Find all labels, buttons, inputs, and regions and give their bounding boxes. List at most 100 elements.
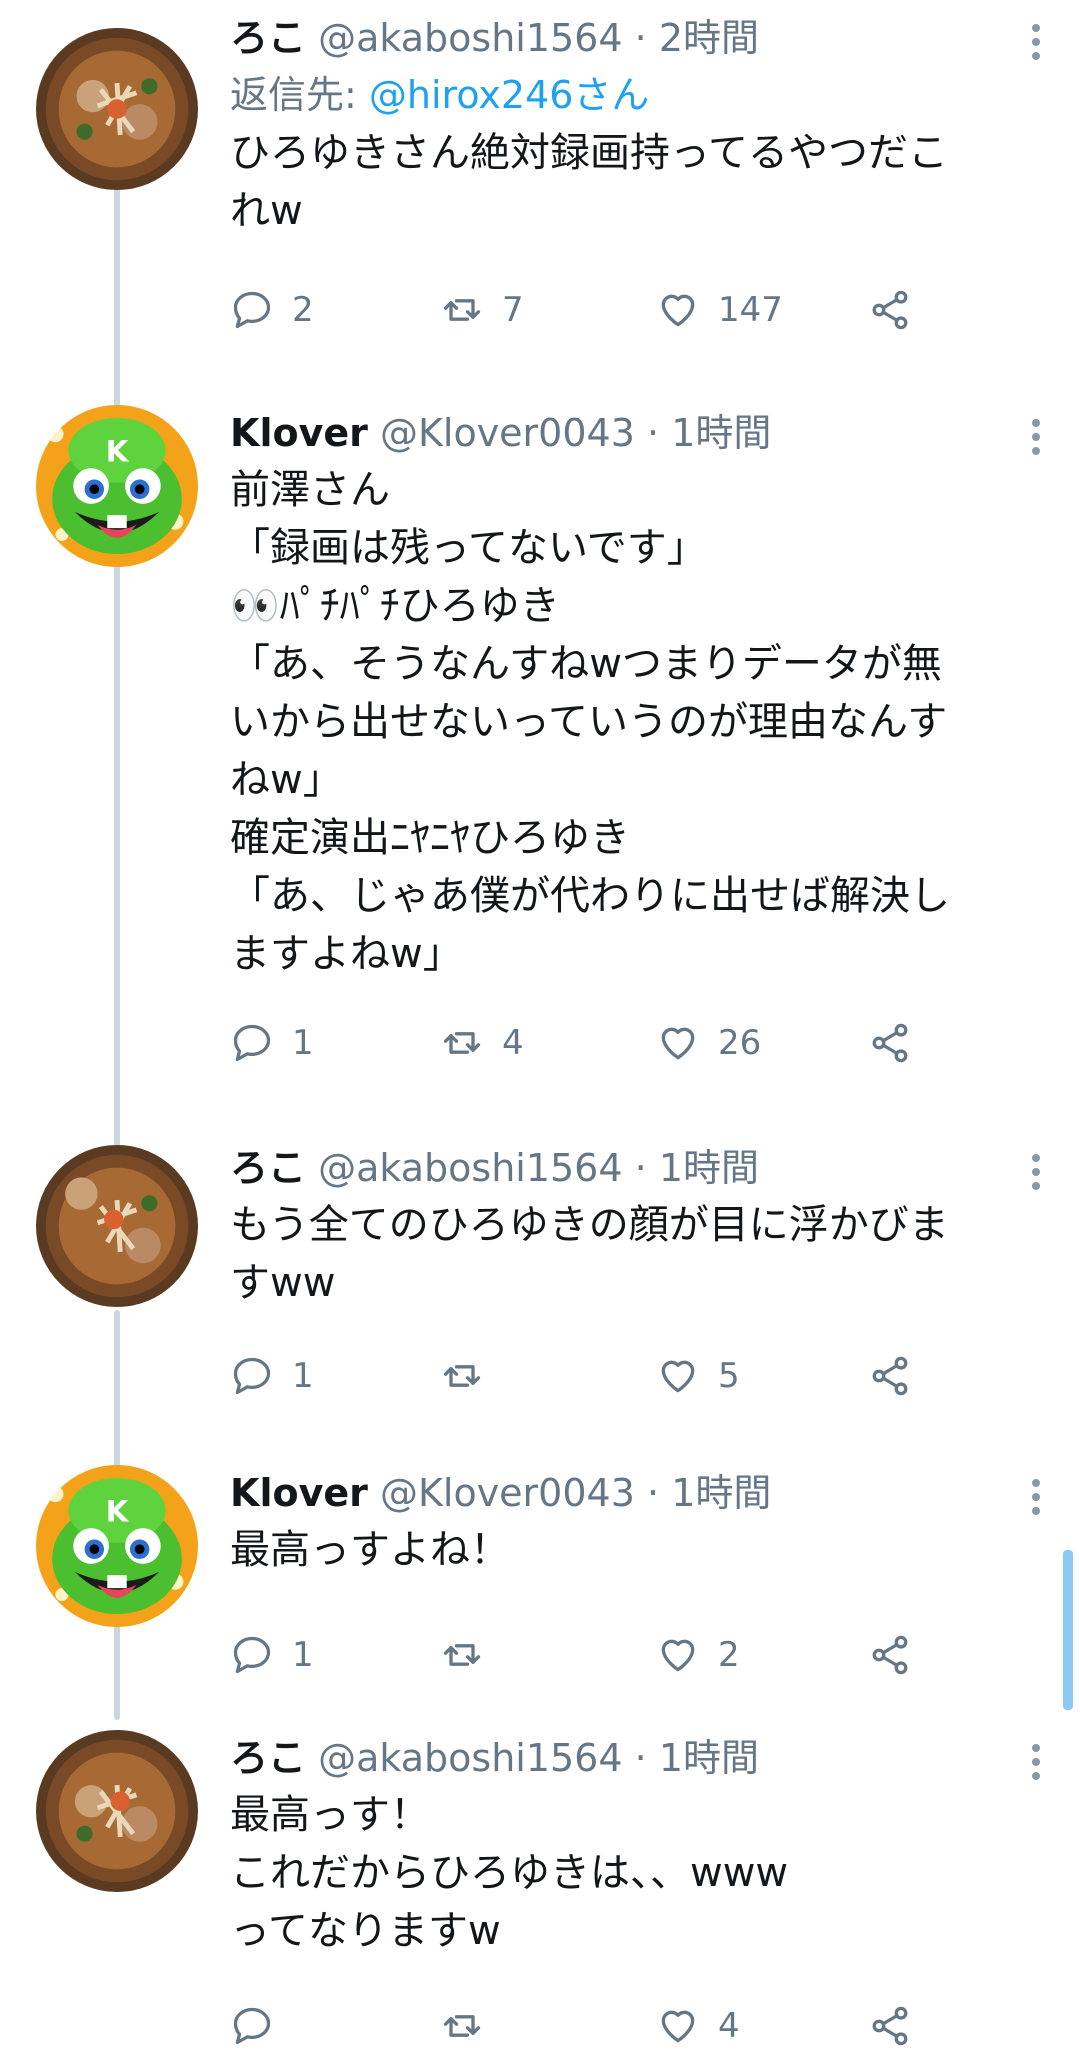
author-name[interactable]: ろこ bbox=[230, 1736, 306, 1780]
tweet-header: ろこ @akaboshi1564 · 2時間 bbox=[230, 10, 1040, 66]
retweet-button[interactable] bbox=[440, 1346, 502, 1406]
reply-button[interactable]: 2 bbox=[230, 280, 314, 340]
thread-connector bbox=[114, 180, 120, 1265]
heart-icon bbox=[661, 1639, 695, 1672]
retweet-count: 7 bbox=[502, 290, 524, 330]
reply-button[interactable]: 1 bbox=[230, 1346, 314, 1406]
reply-button[interactable]: 1 bbox=[230, 1625, 314, 1685]
tweet-body: Klover @Klover0043 · 1時間 最高っすよね！ 1 2 bbox=[230, 1465, 1040, 1685]
like-button[interactable]: 5 bbox=[656, 1346, 740, 1406]
reply-icon bbox=[233, 1357, 271, 1395]
retweet-button[interactable]: 7 bbox=[440, 280, 524, 340]
retweet-count: 4 bbox=[502, 1023, 524, 1063]
reply-to-mention[interactable]: @hirox246さん bbox=[369, 73, 650, 117]
share-button[interactable] bbox=[868, 280, 912, 340]
share-icon bbox=[872, 290, 908, 330]
tweet-actions: 1 2 bbox=[230, 1625, 1040, 1685]
share-button[interactable] bbox=[868, 1625, 912, 1685]
tweet-header: Klover @Klover0043 · 1時間 bbox=[230, 405, 1040, 461]
reply-count: 1 bbox=[292, 1635, 314, 1675]
share-icon bbox=[872, 1023, 908, 1063]
share-icon bbox=[872, 2006, 908, 2046]
tweet-header: Klover @Klover0043 · 1時間 bbox=[230, 1465, 1040, 1521]
reply-count: 2 bbox=[292, 290, 314, 330]
tweet-header: ろこ @akaboshi1564 · 1時間 bbox=[230, 1730, 1040, 1786]
avatar[interactable] bbox=[36, 28, 198, 190]
conversation-thread: ろこ @akaboshi1564 · 2時間 返信先: @hirox246さん … bbox=[0, 0, 1080, 2062]
separator-dot: · bbox=[647, 1471, 660, 1515]
like-button[interactable]: 4 bbox=[656, 1996, 740, 2056]
separator-dot: · bbox=[634, 16, 647, 60]
like-button[interactable]: 147 bbox=[656, 280, 783, 340]
reply-to-line: 返信先: @hirox246さん bbox=[230, 66, 1040, 124]
more-options-icon[interactable] bbox=[1032, 1744, 1040, 1784]
timestamp[interactable]: 1時間 bbox=[671, 411, 771, 455]
avatar[interactable] bbox=[36, 1145, 198, 1307]
heart-icon bbox=[661, 2010, 695, 2043]
retweet-icon bbox=[443, 2015, 481, 2037]
author-name[interactable]: Klover bbox=[230, 1471, 368, 1515]
timestamp[interactable]: 1時間 bbox=[659, 1736, 759, 1780]
like-count: 26 bbox=[718, 1023, 762, 1063]
reply-button[interactable] bbox=[230, 1996, 292, 2056]
tweet-body: ろこ @akaboshi1564 · 1時間 もう全てのひろゆきの顔が目に浮かび… bbox=[230, 1140, 1040, 1406]
retweet-button[interactable] bbox=[440, 1625, 502, 1685]
reply-to-prefix: 返信先: bbox=[230, 73, 369, 117]
author-handle[interactable]: @Klover0043 bbox=[380, 411, 635, 455]
separator-dot: · bbox=[634, 1736, 647, 1780]
ramen-avatar-image bbox=[36, 1730, 198, 1892]
reply-count: 1 bbox=[292, 1356, 314, 1396]
tweet-header: ろこ @akaboshi1564 · 1時間 bbox=[230, 1140, 1040, 1196]
author-handle[interactable]: @Klover0043 bbox=[380, 1471, 635, 1515]
retweet-button[interactable]: 4 bbox=[440, 1013, 524, 1073]
author-handle[interactable]: @akaboshi1564 bbox=[318, 1736, 622, 1780]
like-count: 4 bbox=[718, 2006, 740, 2046]
retweet-icon bbox=[443, 1365, 481, 1387]
author-handle[interactable]: @akaboshi1564 bbox=[318, 16, 622, 60]
tweet-text: 最高っす！ これだからひろゆきは、、www ってなりますw bbox=[230, 1792, 789, 1954]
tweet-actions: 1 5 bbox=[230, 1346, 1040, 1406]
separator-dot: · bbox=[647, 411, 660, 455]
more-options-icon[interactable] bbox=[1032, 419, 1040, 459]
retweet-button[interactable] bbox=[440, 1996, 502, 2056]
frog-avatar-image: K bbox=[36, 1465, 198, 1627]
svg-text:K: K bbox=[106, 435, 130, 469]
like-button[interactable]: 26 bbox=[656, 1013, 761, 1073]
author-handle[interactable]: @akaboshi1564 bbox=[318, 1146, 622, 1190]
timestamp[interactable]: 2時間 bbox=[659, 16, 759, 60]
author-name[interactable]: ろこ bbox=[230, 1146, 306, 1190]
reply-icon bbox=[233, 1024, 271, 1062]
heart-icon bbox=[661, 1360, 695, 1393]
heart-icon bbox=[661, 1027, 695, 1060]
scrollbar-thumb[interactable] bbox=[1063, 1550, 1073, 1710]
avatar[interactable]: K bbox=[36, 405, 198, 567]
retweet-icon bbox=[443, 1032, 481, 1054]
author-name[interactable]: ろこ bbox=[230, 16, 306, 60]
tweet-text: もう全てのひろゆきの顔が目に浮かびま すww bbox=[230, 1202, 949, 1306]
like-count: 5 bbox=[718, 1356, 740, 1396]
frog-avatar-image: K bbox=[36, 405, 198, 567]
tweet-actions: 4 bbox=[230, 1996, 1040, 2056]
separator-dot: · bbox=[634, 1146, 647, 1190]
share-button[interactable] bbox=[868, 1996, 912, 2056]
like-button[interactable]: 2 bbox=[656, 1625, 740, 1685]
like-count: 2 bbox=[718, 1635, 740, 1675]
reply-icon bbox=[233, 1636, 271, 1674]
retweet-icon bbox=[443, 1644, 481, 1666]
author-name[interactable]: Klover bbox=[230, 411, 368, 455]
share-button[interactable] bbox=[868, 1013, 912, 1073]
tweet-text: ひろゆきさん絶対録画持ってるやつだこ れw bbox=[230, 130, 948, 234]
more-options-icon[interactable] bbox=[1032, 1154, 1040, 1194]
timestamp[interactable]: 1時間 bbox=[659, 1146, 759, 1190]
tweet-actions: 1 4 26 bbox=[230, 1013, 1040, 1073]
more-options-icon[interactable] bbox=[1032, 24, 1040, 64]
retweet-icon bbox=[443, 299, 481, 321]
share-button[interactable] bbox=[868, 1346, 912, 1406]
reply-button[interactable]: 1 bbox=[230, 1013, 314, 1073]
timestamp[interactable]: 1時間 bbox=[671, 1471, 771, 1515]
more-options-icon[interactable] bbox=[1032, 1479, 1040, 1519]
reply-icon bbox=[233, 2007, 271, 2045]
tweet-body: ろこ @akaboshi1564 · 1時間 最高っす！ これだからひろゆきは、… bbox=[230, 1730, 1040, 2056]
avatar[interactable] bbox=[36, 1730, 198, 1892]
avatar[interactable]: K bbox=[36, 1465, 198, 1627]
